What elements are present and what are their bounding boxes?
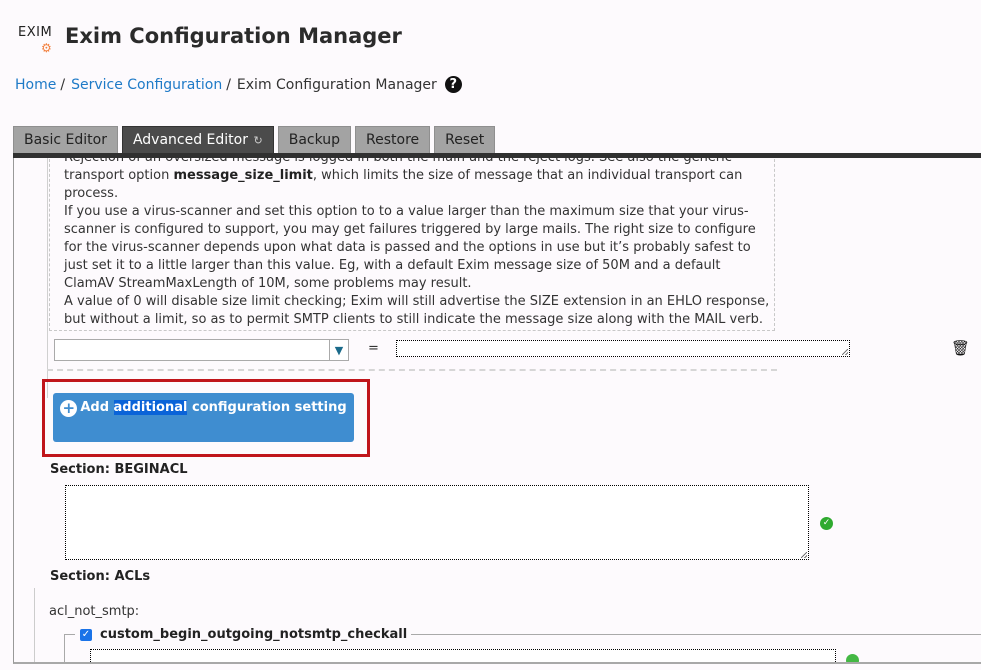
doc-line: Rejection of an oversized message is log… <box>64 158 774 167</box>
breadcrumb-service-configuration[interactable]: Service Configuration <box>71 77 222 93</box>
exim-logo: EXIM ⚙ <box>17 22 57 62</box>
plus-circle-icon: + <box>60 400 78 417</box>
page-header: EXIM ⚙ Exim Configuration Manager <box>17 22 402 62</box>
doc-text: transport option <box>64 168 174 183</box>
refresh-icon: ↻ <box>250 134 263 147</box>
tab-backup[interactable]: Backup <box>277 126 352 153</box>
fieldset-border <box>411 634 981 635</box>
check-circle-icon <box>846 654 859 662</box>
resize-handle[interactable] <box>842 349 848 355</box>
doc-line: transport option message_size_limit, whi… <box>64 167 774 185</box>
section-beginacl-label: Section: BEGINACL <box>50 462 188 477</box>
selected-text: additional <box>113 400 188 415</box>
trash-icon[interactable]: 🗑 <box>951 339 970 357</box>
acl-item: ✓ custom_begin_outgoing_notsmtp_checkall <box>80 627 407 642</box>
setting-name-select[interactable]: ▼ <box>54 339 349 361</box>
tab-label: Reset <box>445 132 485 148</box>
editor-tabs: Basic Editor Advanced Editor ↻ Backup Re… <box>13 126 499 153</box>
setting-value-input[interactable] <box>396 340 850 357</box>
acl-item-textarea[interactable] <box>90 649 836 662</box>
breadcrumb-current: Exim Configuration Manager <box>236 76 437 93</box>
tree-line <box>47 158 48 398</box>
tab-label: Basic Editor <box>24 132 107 148</box>
acl-name: acl_not_smtp: <box>49 604 140 619</box>
button-text: Add <box>80 400 114 415</box>
breadcrumb: Home / Service Configuration / Exim Conf… <box>15 76 462 93</box>
breadcrumb-separator: / <box>226 76 231 93</box>
help-icon[interactable]: ? <box>444 76 462 93</box>
dropdown-arrow-icon[interactable]: ▼ <box>329 340 348 360</box>
divider <box>47 369 777 371</box>
tab-label: Restore <box>366 132 420 148</box>
doc-option-name: message_size_limit <box>173 168 313 183</box>
tree-line <box>34 588 35 662</box>
breadcrumb-home[interactable]: Home <box>15 77 56 93</box>
editor-panel: Rejection of an oversized message is log… <box>13 158 981 664</box>
setting-documentation: Rejection of an oversized message is log… <box>49 158 775 331</box>
beginacl-textarea[interactable] <box>65 485 809 560</box>
tab-reset[interactable]: Reset <box>434 126 496 153</box>
logo-text: EXIM <box>18 25 53 40</box>
page-title: Exim Configuration Manager <box>65 24 402 48</box>
doc-paragraph: If you use a virus-scanner and set this … <box>64 204 756 291</box>
check-circle-icon: ✓ <box>820 517 833 530</box>
doc-text: , which limits the size of message that … <box>312 168 743 183</box>
fieldset-border <box>64 634 75 662</box>
doc-line: process. <box>64 186 119 201</box>
gear-icon: ⚙ <box>41 41 52 55</box>
acl-item-checkbox[interactable]: ✓ <box>80 628 92 641</box>
tab-restore[interactable]: Restore <box>355 126 431 153</box>
equals-sign: = <box>368 341 379 356</box>
tab-label: Advanced Editor <box>132 132 248 148</box>
tab-basic-editor[interactable]: Basic Editor <box>13 126 118 153</box>
resize-handle[interactable] <box>801 552 807 558</box>
button-text: configuration setting <box>187 400 347 415</box>
tab-advanced-editor[interactable]: Advanced Editor ↻ <box>121 126 274 153</box>
tab-label: Backup <box>288 132 341 148</box>
new-setting-row: ▼ = 🗑 <box>54 339 974 363</box>
acl-item-label: custom_begin_outgoing_notsmtp_checkall <box>100 627 408 642</box>
section-acls-label: Section: ACLs <box>50 569 151 584</box>
doc-paragraph: A value of 0 will disable size limit che… <box>64 294 770 327</box>
breadcrumb-separator: / <box>60 76 66 93</box>
add-configuration-setting-button[interactable]: + Add additional configuration setting <box>53 393 354 442</box>
